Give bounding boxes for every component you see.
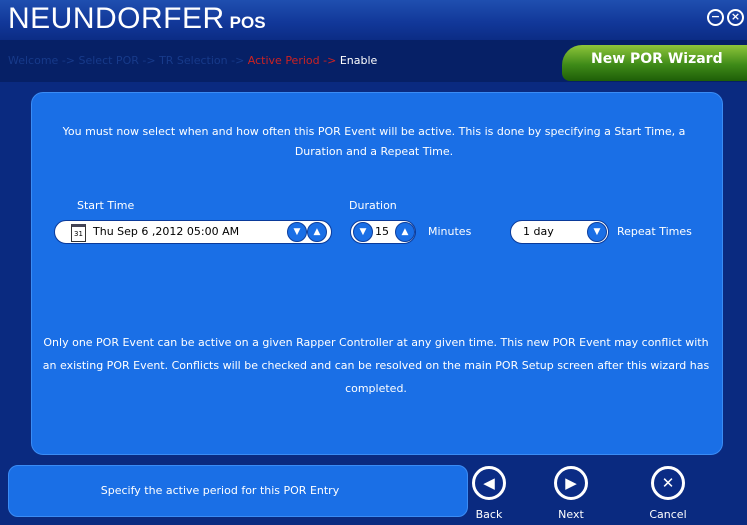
close-icon: ×: [730, 10, 741, 23]
intro-text: You must now select when and how often t…: [62, 125, 686, 158]
start-time-field[interactable]: 31 Thu Sep 6 ,2012 05:00 AM ▼ ▲: [54, 220, 332, 244]
duration-stepper[interactable]: ▼ 15 ▲: [350, 220, 416, 244]
repeat-value: 1 day: [523, 225, 554, 238]
conflict-note: Only one POR Event can be active on a gi…: [42, 336, 710, 395]
chevron-down-icon[interactable]: ▼: [587, 222, 607, 242]
minimize-icon: −: [710, 10, 721, 23]
repeat-times-label: Repeat Times: [617, 225, 692, 238]
app-title-main: NEUNDORFER: [8, 2, 225, 35]
app-title: NEUNDORFER POS: [8, 2, 266, 36]
back-label: Back: [475, 508, 503, 521]
start-time-label: Start Time: [77, 199, 135, 212]
duration-label: Duration: [349, 199, 397, 212]
next-label: Next: [558, 508, 584, 521]
cancel-button[interactable]: ✕ Cancel: [643, 466, 693, 521]
hint-text: Specify the active period for this POR E…: [100, 484, 340, 497]
breadcrumb-item-select-por: Select POR ->: [78, 54, 156, 67]
duration-unit-label: Minutes: [428, 225, 472, 238]
duration-down-icon[interactable]: ▼: [353, 222, 373, 242]
back-arrow-icon: ◀: [472, 466, 506, 500]
cancel-label: Cancel: [649, 508, 687, 521]
next-arrow-icon: ▶: [554, 466, 588, 500]
cancel-x-icon: ✕: [651, 466, 685, 500]
start-time-value: Thu Sep 6 ,2012 05:00 AM: [93, 225, 240, 238]
breadcrumb: Welcome -> Select POR -> TR Selection ->…: [8, 54, 377, 67]
repeat-dropdown[interactable]: 1 day ▼: [510, 220, 609, 244]
next-button[interactable]: ▶ Next: [546, 466, 596, 521]
duration-up-icon[interactable]: ▲: [395, 222, 415, 242]
app-title-pos: POS: [229, 13, 266, 32]
start-time-down-icon[interactable]: ▼: [287, 222, 307, 242]
wizard-title: New POR Wizard: [591, 51, 723, 67]
close-button[interactable]: ×: [727, 9, 744, 26]
back-button[interactable]: ◀ Back: [464, 466, 514, 521]
breadcrumb-item-tr-selection: TR Selection ->: [159, 54, 245, 67]
calendar-icon[interactable]: 31: [71, 224, 86, 242]
breadcrumb-item-enable: Enable: [339, 54, 378, 67]
start-time-up-icon[interactable]: ▲: [307, 222, 327, 242]
duration-value: 15: [375, 225, 389, 238]
minimize-button[interactable]: −: [707, 9, 724, 26]
breadcrumb-item-active-period: Active Period ->: [247, 54, 337, 67]
breadcrumb-item-welcome: Welcome ->: [8, 54, 75, 67]
